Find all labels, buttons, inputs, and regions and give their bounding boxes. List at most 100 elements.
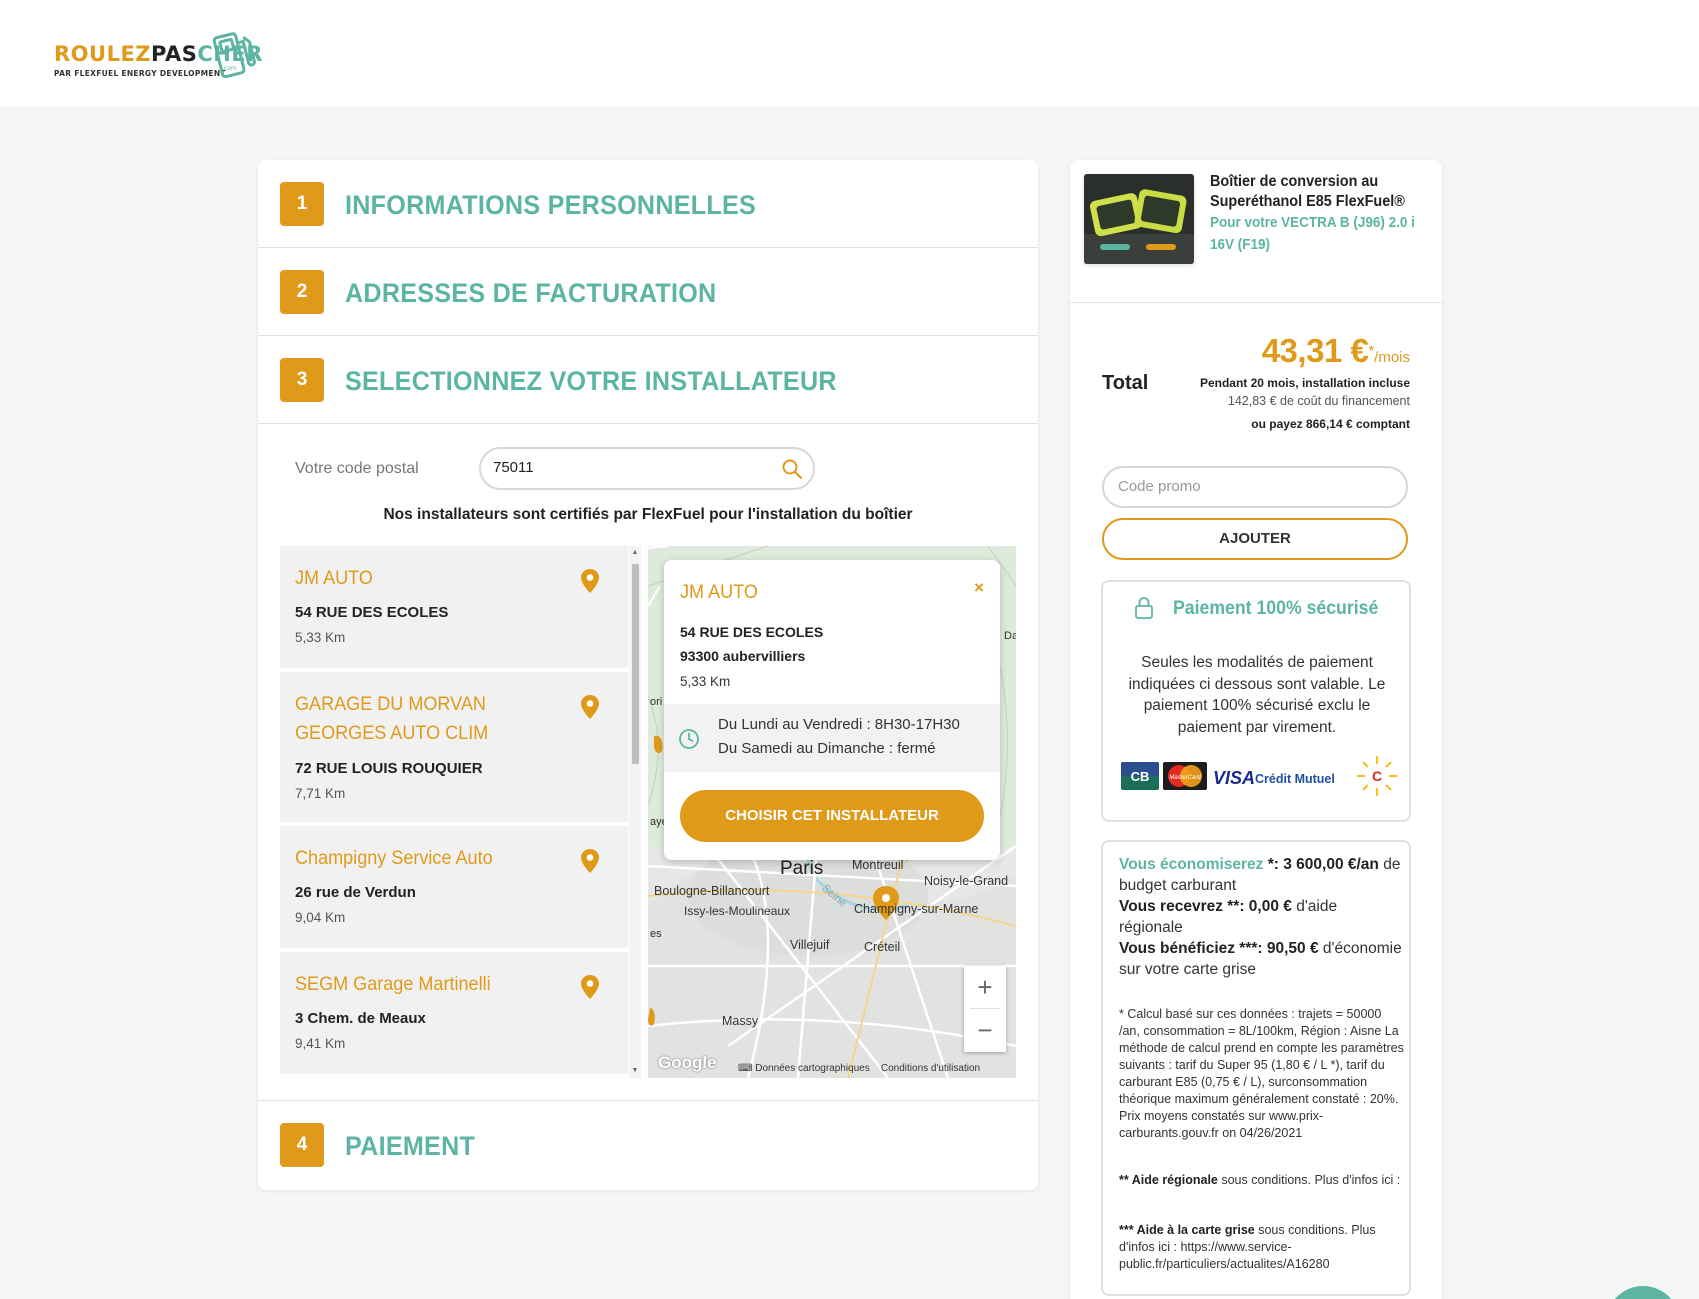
savings-box: Vous économiserez *: 3 600,00 €/an de bu…: [1101, 840, 1411, 1296]
scroll-up-arrow-icon[interactable]: ▲: [631, 549, 639, 557]
zoom-out-button[interactable]: −: [964, 1009, 1006, 1051]
installer-map[interactable]: ori aye es Da Paris Montreuil Noisy-le-G…: [648, 546, 1016, 1078]
step-number: 3: [280, 358, 324, 402]
hours-weekday: Du Lundi au Vendredi : 8H30-17H30: [718, 716, 960, 733]
map-pin-icon[interactable]: [580, 568, 600, 594]
map-data-credit[interactable]: Données cartographiques: [755, 1063, 870, 1074]
clock-icon: [679, 729, 699, 749]
chat-bubble-button[interactable]: [1606, 1286, 1680, 1299]
installer-info-popup: JM AUTO × 54 RUE DES ECOLES 93300 auberv…: [664, 560, 1000, 860]
annual-fuel-savings: Vous économiserez *: 3 600,00 €/an de bu…: [1119, 856, 1401, 894]
map-pin-icon[interactable]: [580, 848, 600, 874]
popup-city: 93300 aubervilliers: [680, 648, 806, 664]
map-label: Noisy-le-Grand: [924, 874, 1009, 888]
installer-distance: 5,33 Km: [295, 630, 346, 645]
map-label: Montreuil: [852, 858, 904, 872]
map-zoom-control: + −: [964, 966, 1006, 1052]
map-terms-link[interactable]: Conditions d'utilisation: [881, 1063, 980, 1074]
step-personal-info[interactable]: 1 INFORMATIONS PERSONNELLES: [258, 160, 1038, 248]
postal-code-label: Votre code postal: [295, 460, 419, 477]
step-title: PAIEMENT: [345, 1131, 476, 1161]
scroll-thumb[interactable]: [632, 564, 639, 764]
scroll-down-arrow-icon[interactable]: ▼: [631, 1067, 639, 1075]
installer-item[interactable]: SEGM Garage Martinelli 3 Chem. de Meaux …: [280, 952, 628, 1076]
fuel-pump-icon: .com: [212, 32, 256, 79]
lock-icon: [1135, 597, 1153, 619]
popup-distance: 5,33 Km: [680, 674, 731, 689]
map-label: Champigny-sur-Marne: [854, 902, 979, 916]
zoom-in-button[interactable]: +: [964, 966, 1006, 1008]
product-title: Boîtier de conversion au Superéthanol E8…: [1210, 173, 1405, 210]
sun-logo-icon: C: [1357, 756, 1397, 796]
installer-address: 26 rue de Verdun: [295, 884, 416, 901]
credit-mutuel-logo: Crédit Mutuel: [1255, 772, 1335, 786]
installer-address: 3 Chem. de Meaux: [295, 1010, 426, 1027]
choose-installer-button[interactable]: CHOISIR CET INSTALLATEUR: [680, 790, 984, 842]
postal-code-field[interactable]: [479, 447, 815, 490]
hours-weekend: Du Samedi au Dimanche : fermé: [718, 740, 936, 757]
map-label: es: [650, 928, 662, 940]
opening-hours: Du Lundi au Vendredi : 8H30-17H30 Du Sam…: [664, 704, 1000, 772]
total-label: Total: [1102, 372, 1149, 394]
checkout-steps-card: 1 INFORMATIONS PERSONNELLES 2 ADRESSES D…: [258, 160, 1038, 1190]
logo-tld: .com: [222, 65, 237, 72]
divider: [1070, 302, 1442, 303]
installer-address: 72 RUE LOUIS ROUQUIER: [295, 760, 483, 777]
site-logo[interactable]: ROULEZPASCHER PAR FLEXFUEL ENERGY DEVELO…: [52, 26, 262, 84]
map-label: Da: [1004, 630, 1016, 642]
keyboard-icon[interactable]: ⌨: [738, 1063, 752, 1074]
calculation-note: * Calcul basé sur ces données : trajets …: [1119, 1007, 1404, 1140]
product-vehicle: Pour votre VECTRA B (J96) 2.0 i 16V (F19…: [1210, 215, 1415, 253]
regional-aid-note: ** Aide régionale sous conditions. Plus …: [1119, 1173, 1401, 1187]
map-label: Massy: [722, 1014, 759, 1028]
svg-text:CB: CB: [1131, 769, 1150, 784]
installer-distance: 7,71 Km: [295, 786, 346, 801]
logo-tagline: PAR FLEXFUEL ENERGY DEVELOPMENT: [54, 69, 226, 78]
map-footer: ⌨ Données cartographiques Conditions d'u…: [738, 1063, 980, 1074]
order-summary-card: Boîtier de conversion au Superéthanol E8…: [1070, 160, 1442, 1299]
installer-address: 54 RUE DES ECOLES: [295, 604, 449, 621]
map-pin-icon[interactable]: [580, 694, 600, 720]
installer-item[interactable]: Champigny Service Auto 26 rue de Verdun …: [280, 826, 628, 950]
map-label: Créteil: [864, 940, 901, 954]
site-header: ROULEZPASCHER PAR FLEXFUEL ENERGY DEVELO…: [0, 0, 1699, 107]
promo-code-input[interactable]: [1118, 478, 1388, 495]
product-image: [1084, 174, 1194, 264]
step-title: INFORMATIONS PERSONNELLES: [345, 190, 757, 220]
installer-name: JM AUTO: [295, 568, 373, 589]
visa-logo: VISA: [1213, 768, 1255, 788]
step-number: 2: [280, 270, 324, 314]
registration-aid-note: *** Aide à la carte grise sous condition…: [1119, 1223, 1376, 1271]
financing-duration: Pendant 20 mois, installation incluse: [1199, 376, 1410, 390]
popup-address: 54 RUE DES ECOLES: [680, 624, 824, 640]
secure-payment-title: Paiement 100% sécurisé: [1173, 598, 1379, 619]
step-billing-address[interactable]: 2 ADRESSES DE FACTURATION: [258, 248, 1038, 336]
promo-code-field[interactable]: [1102, 466, 1408, 508]
financing-cost: 142,83 € de coût du financement: [1227, 394, 1410, 408]
monthly-price: 43,31 €*/mois: [1262, 332, 1410, 370]
step-number: 1: [280, 182, 324, 226]
map-pin-icon[interactable]: [580, 974, 600, 1000]
map-label: Paris: [780, 858, 824, 879]
postal-code-input[interactable]: [493, 459, 763, 476]
step-select-installer[interactable]: 3 SELECTIONNEZ VOTRE INSTALLATEUR: [258, 336, 1038, 424]
mastercard-logo: MasterCard: [1163, 762, 1207, 790]
google-logo[interactable]: Google: [658, 1053, 717, 1073]
popup-installer-name: JM AUTO: [680, 582, 758, 603]
secure-payment-box: Paiement 100% sécurisé Seules les modali…: [1101, 580, 1411, 822]
close-icon[interactable]: ×: [974, 578, 984, 598]
installer-distance: 9,41 Km: [295, 1036, 346, 1051]
installer-distance: 9,04 Km: [295, 910, 346, 925]
search-icon[interactable]: [781, 458, 803, 480]
installer-item[interactable]: GARAGE DU MORVAN GEORGES AUTO CLIM 72 RU…: [280, 672, 628, 824]
installer-list: JM AUTO 54 RUE DES ECOLES 5,33 Km GARAGE…: [280, 546, 628, 1078]
registration-savings: Vous bénéficiez ***: 90,50 € d'économie …: [1119, 940, 1402, 978]
installer-list-scrollbar[interactable]: ▲ ▼: [629, 546, 641, 1078]
installer-name: GARAGE DU MORVAN GEORGES AUTO CLIM: [295, 694, 489, 744]
step-payment[interactable]: 4 PAIEMENT: [258, 1100, 1038, 1190]
cash-price: ou payez 866,14 € comptant: [1251, 417, 1410, 431]
add-promo-button[interactable]: AJOUTER: [1102, 518, 1408, 560]
step-number: 4: [280, 1123, 324, 1167]
secure-payment-text: Seules les modalités de paiement indiqué…: [1128, 654, 1386, 736]
installer-item[interactable]: JM AUTO 54 RUE DES ECOLES 5,33 Km: [280, 546, 628, 670]
